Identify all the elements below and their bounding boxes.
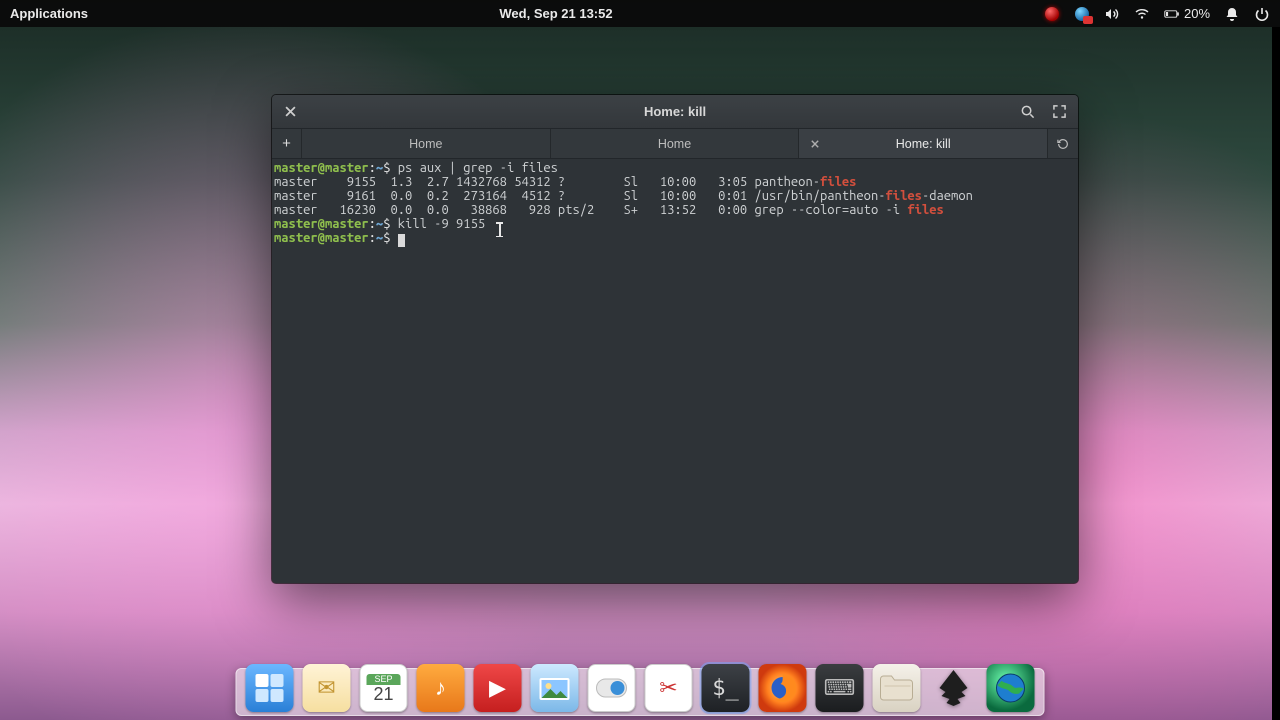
text-cursor-ibeam-icon bbox=[499, 222, 501, 237]
dock-keyboard[interactable]: ⌨ bbox=[816, 664, 864, 712]
maximize-icon[interactable] bbox=[1048, 101, 1070, 123]
terminal-tab-1[interactable]: Home bbox=[551, 129, 800, 158]
dock: ✉ SEP21 ♪ ▶ ✂ $_ ⌨ bbox=[236, 658, 1045, 716]
dock-videos[interactable]: ▶ bbox=[474, 664, 522, 712]
battery-percent: 20% bbox=[1184, 6, 1210, 21]
right-letterbox bbox=[1272, 27, 1280, 720]
record-indicator-icon[interactable] bbox=[1044, 6, 1060, 22]
dock-mail[interactable]: ✉ bbox=[303, 664, 351, 712]
dock-screenshot[interactable]: ✂ bbox=[645, 664, 693, 712]
new-tab-button[interactable]: + bbox=[272, 129, 302, 158]
tab-label: Home bbox=[658, 137, 691, 151]
top-panel: Applications Wed, Sep 21 13:52 20% bbox=[0, 0, 1280, 27]
dock-switchboard[interactable] bbox=[588, 664, 636, 712]
dock-firefox[interactable] bbox=[759, 664, 807, 712]
dock-inkscape[interactable] bbox=[930, 664, 978, 712]
notifications-icon[interactable] bbox=[1224, 6, 1240, 22]
search-icon[interactable] bbox=[1016, 101, 1038, 123]
tab-label: Home bbox=[409, 137, 442, 151]
applications-menu[interactable]: Applications bbox=[10, 6, 88, 21]
wifi-icon[interactable] bbox=[1134, 6, 1150, 22]
terminal-tab-0[interactable]: Home bbox=[302, 129, 551, 158]
window-titlebar[interactable]: Home: kill bbox=[272, 95, 1078, 129]
window-title: Home: kill bbox=[272, 104, 1078, 119]
battery-indicator[interactable]: 20% bbox=[1164, 6, 1210, 22]
system-tray: 20% bbox=[1044, 6, 1270, 22]
terminal-tabbar: + Home Home Home: kill bbox=[272, 129, 1078, 159]
tab-label: Home: kill bbox=[896, 137, 951, 151]
tab-history-icon[interactable] bbox=[1048, 129, 1078, 158]
volume-icon[interactable] bbox=[1104, 6, 1120, 22]
update-indicator-icon[interactable] bbox=[1074, 6, 1090, 22]
dock-files[interactable] bbox=[873, 664, 921, 712]
dock-workspace-switcher[interactable] bbox=[246, 664, 294, 712]
dock-photos[interactable] bbox=[531, 664, 579, 712]
panel-clock[interactable]: Wed, Sep 21 13:52 bbox=[499, 6, 612, 21]
window-close-button[interactable] bbox=[278, 100, 302, 124]
dock-calendar[interactable]: SEP21 bbox=[360, 664, 408, 712]
terminal-window: Home: kill + Home Home Home: kill bbox=[272, 95, 1078, 583]
dock-music[interactable]: ♪ bbox=[417, 664, 465, 712]
terminal-tab-2[interactable]: Home: kill bbox=[799, 129, 1048, 158]
dock-terminal[interactable]: $_ bbox=[702, 664, 750, 712]
tab-close-icon[interactable] bbox=[807, 136, 823, 152]
terminal-viewport[interactable]: master@master:~$ ps aux | grep -i files … bbox=[272, 159, 1078, 583]
power-icon[interactable] bbox=[1254, 6, 1270, 22]
dock-browser[interactable] bbox=[987, 664, 1035, 712]
